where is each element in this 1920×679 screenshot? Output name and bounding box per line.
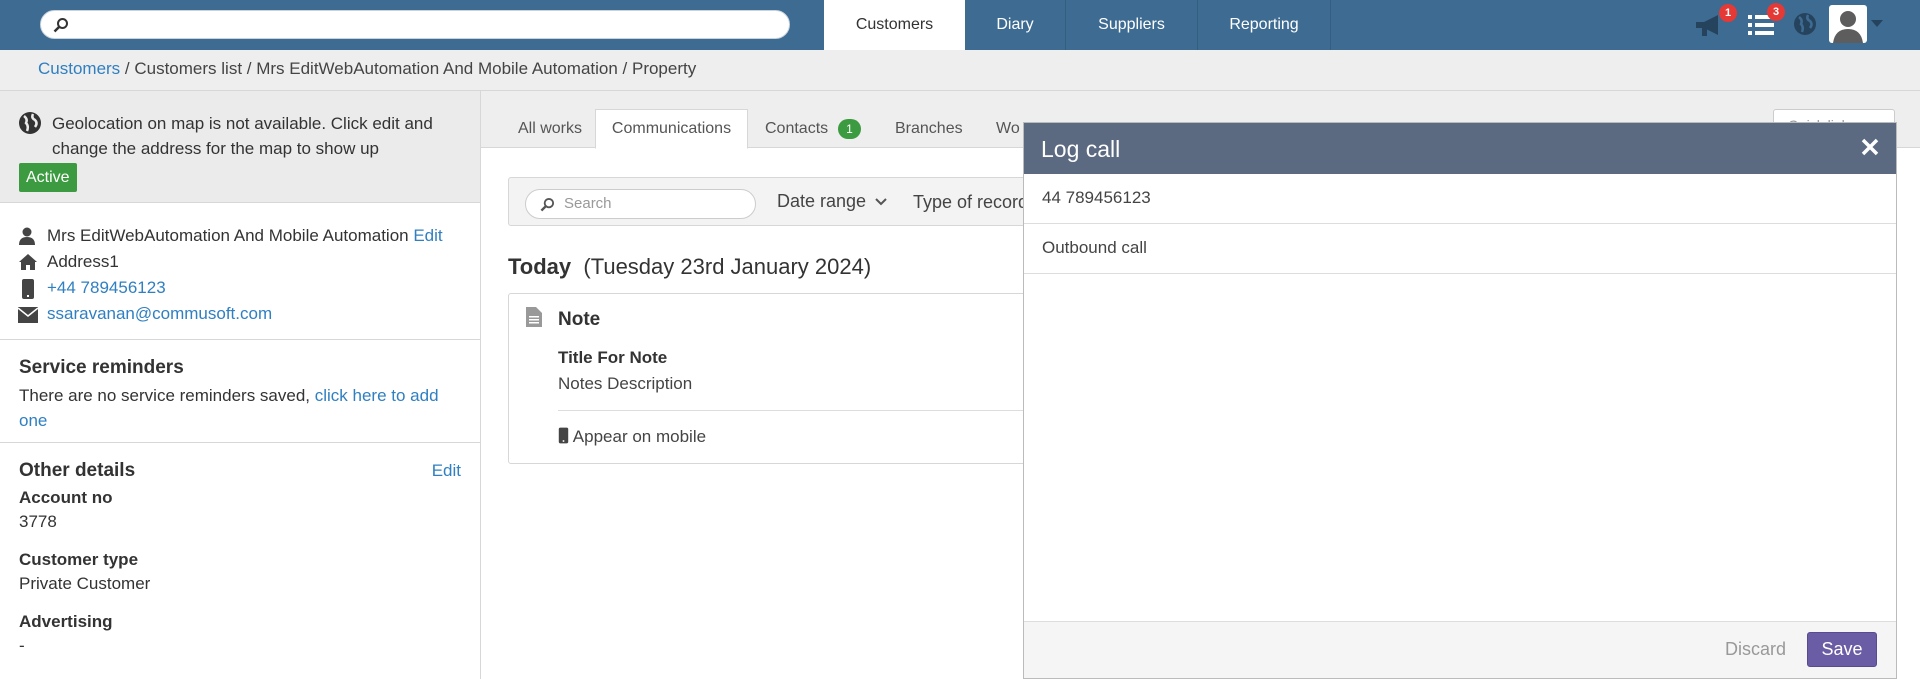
communications-search-input[interactable]: Search	[525, 189, 756, 219]
discard-button[interactable]: Discard	[1725, 639, 1786, 660]
appear-on-mobile: Appear on mobile	[558, 427, 706, 447]
today-date: (Tuesday 23rd January 2024)	[583, 254, 872, 279]
phone-row: +44 789456123	[0, 275, 480, 301]
tab-contacts-label: Contacts	[765, 119, 829, 137]
globe-icon	[19, 112, 41, 134]
account-no-value: 3778	[19, 512, 57, 531]
advertising-value: -	[19, 636, 25, 655]
nav-suppliers[interactable]: Suppliers	[1066, 0, 1198, 50]
call-type-field[interactable]: Outbound call	[1024, 224, 1896, 274]
top-navbar: Customers Diary Suppliers Reporting 1 3	[0, 0, 1920, 50]
geolocation-message: Geolocation on map is not available. Cli…	[52, 114, 433, 158]
today-label: Today	[508, 254, 572, 279]
envelope-icon	[18, 307, 38, 323]
service-reminders-title: Service reminders	[19, 357, 184, 378]
nav-diary[interactable]: Diary	[965, 0, 1066, 50]
tab-all-works[interactable]: All works	[518, 109, 582, 148]
customer-email-link[interactable]: ssaravanan@commusoft.com	[47, 304, 272, 323]
mobile-phone-icon	[22, 279, 34, 299]
nav-customers[interactable]: Customers	[824, 0, 965, 50]
tab-works[interactable]: Wo	[996, 109, 1020, 148]
date-range-label: Date range	[777, 191, 867, 211]
note-description: Notes Description	[558, 374, 693, 393]
other-details-section: Other details Edit Account no 3778 Custo…	[0, 443, 480, 656]
notifications-badge: 1	[1719, 4, 1737, 22]
service-reminders-text: There are no service reminders saved,	[19, 386, 315, 405]
document-icon	[526, 307, 542, 327]
tasks-badge: 3	[1767, 3, 1785, 21]
user-icon	[19, 227, 35, 245]
customer-type-value: Private Customer	[19, 574, 151, 593]
breadcrumb-path: / Customers list / Mrs EditWebAutomation…	[120, 59, 697, 78]
mobile-phone-icon	[558, 427, 569, 444]
customer-address: Address1	[47, 252, 119, 271]
breadcrumb-customers-link[interactable]: Customers	[38, 59, 120, 78]
filter-bar: Search Date range Type of record	[508, 177, 1108, 226]
customer-name: Mrs EditWebAutomation And Mobile Automat…	[47, 226, 409, 245]
tab-contacts[interactable]: Contacts 1	[765, 109, 861, 148]
account-no-label: Account no	[19, 488, 113, 507]
save-button[interactable]: Save	[1807, 632, 1877, 667]
address-row: Address1	[0, 249, 480, 275]
call-notes-area[interactable]	[1024, 274, 1896, 623]
search-icon	[53, 18, 68, 33]
contact-details: Mrs EditWebAutomation And Mobile Automat…	[0, 203, 480, 340]
globe-icon[interactable]	[1793, 12, 1817, 36]
contact-name-row: Mrs EditWebAutomation And Mobile Automat…	[0, 223, 480, 249]
note-title: Note	[558, 309, 601, 330]
phone-number-field[interactable]: 44 789456123	[1024, 174, 1896, 224]
user-avatar-icon	[1833, 11, 1863, 43]
search-icon	[540, 197, 555, 212]
chevron-down-icon	[875, 198, 887, 206]
type-of-record-dropdown[interactable]: Type of record	[913, 192, 1028, 213]
date-heading: Today (Tuesday 23rd January 2024)	[508, 254, 871, 280]
customer-type-label: Customer type	[19, 550, 139, 569]
edit-contact-link[interactable]: Edit	[413, 226, 442, 245]
tab-communications[interactable]: Communications	[595, 109, 748, 149]
home-icon	[19, 254, 37, 270]
advertising-label: Advertising	[19, 612, 113, 631]
service-reminders-section: Service reminders There are no service r…	[0, 340, 480, 443]
appear-on-mobile-label: Appear on mobile	[572, 427, 707, 446]
customer-phone-link[interactable]: +44 789456123	[47, 278, 166, 297]
log-call-title: Log call	[1041, 136, 1121, 162]
chevron-down-icon[interactable]	[1871, 20, 1883, 28]
log-call-footer: Discard Save	[1024, 621, 1896, 678]
global-search-input[interactable]	[40, 10, 790, 39]
contacts-count-badge: 1	[838, 118, 861, 139]
date-range-dropdown[interactable]: Date range	[777, 191, 887, 212]
email-row: ssaravanan@commusoft.com	[0, 301, 480, 327]
geolocation-panel: Geolocation on map is not available. Cli…	[0, 91, 480, 203]
close-icon[interactable]	[1860, 137, 1880, 157]
customer-sidebar: Geolocation on map is not available. Cli…	[0, 91, 481, 679]
search-placeholder: Search	[564, 195, 612, 212]
log-call-panel: Log call 44 789456123 Outbound call Disc…	[1023, 122, 1897, 679]
log-call-header: Log call	[1024, 123, 1896, 174]
avatar[interactable]	[1829, 5, 1867, 43]
nav-reporting[interactable]: Reporting	[1198, 0, 1331, 50]
note-card: Note Title For Note Notes Description Ap…	[508, 293, 1109, 464]
tab-branches[interactable]: Branches	[895, 109, 963, 148]
breadcrumb: Customers / Customers list / Mrs EditWeb…	[0, 50, 1920, 91]
other-details-title: Other details	[19, 460, 136, 481]
edit-other-details-link[interactable]: Edit	[432, 461, 461, 481]
status-badge: Active	[19, 163, 77, 192]
note-subject: Title For Note	[558, 348, 668, 367]
